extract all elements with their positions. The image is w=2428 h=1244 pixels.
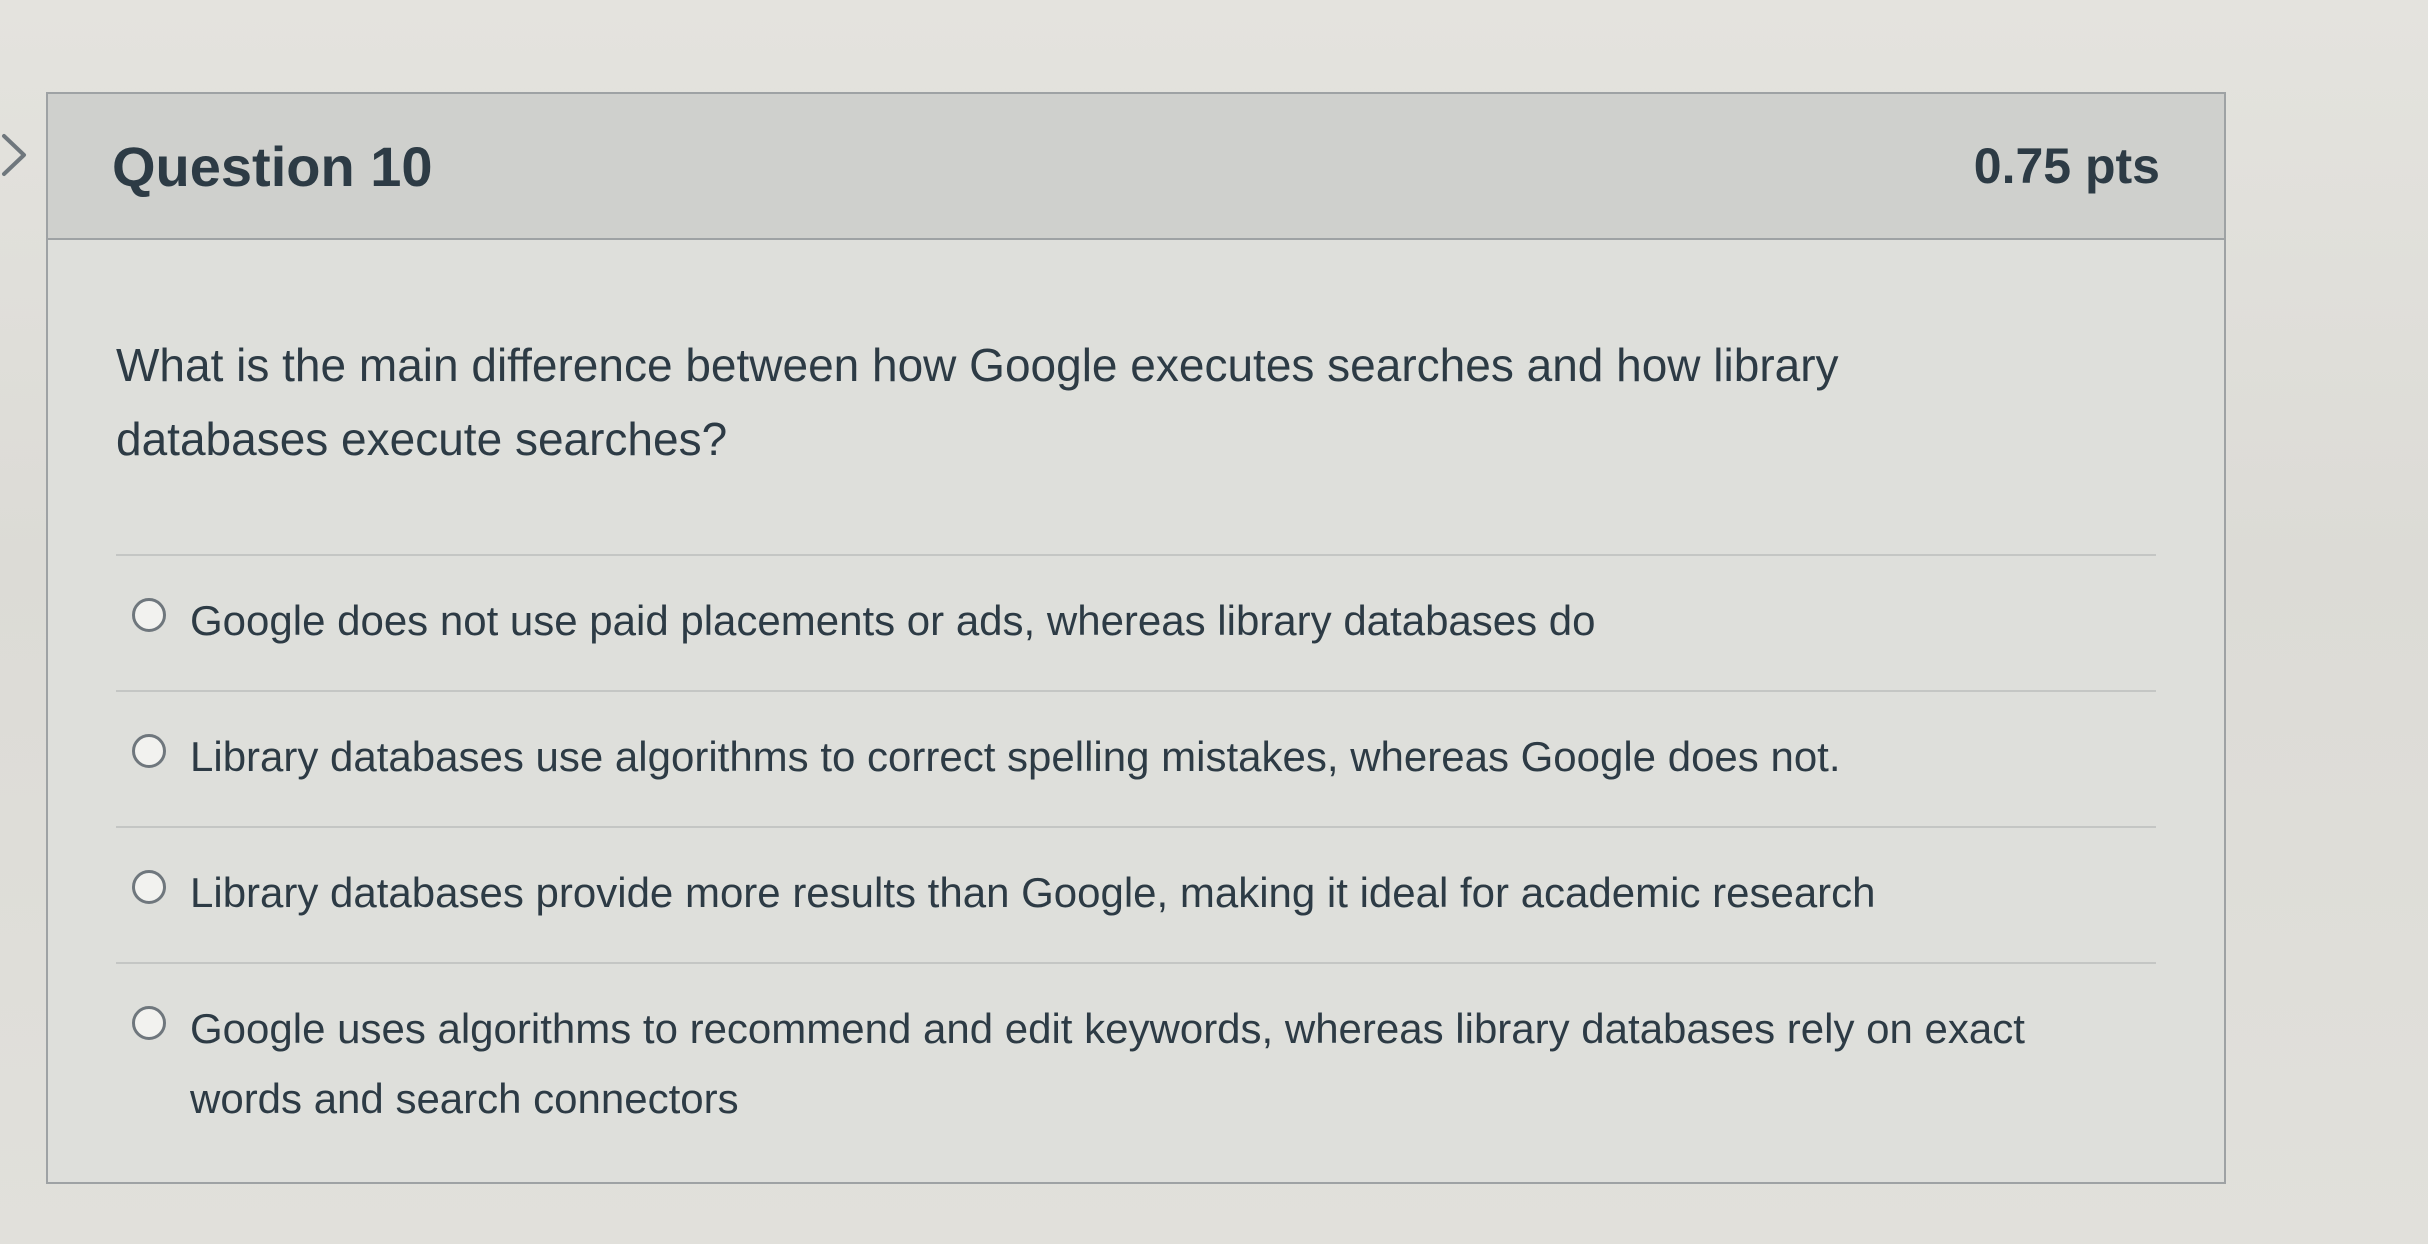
question-text: What is the main difference between how … [116,339,1839,465]
answer-list: Google does not use paid placements or a… [116,554,2156,1168]
answer-label[interactable]: Google does not use paid placements or a… [190,586,1596,656]
radio-unchecked-icon[interactable] [132,598,166,632]
quiz-page: Question 10 0.75 pts What is the main di… [0,0,2428,1244]
question-title: Question 10 [112,134,433,198]
radio-unchecked-icon[interactable] [132,1006,166,1040]
radio-unchecked-icon[interactable] [132,870,166,904]
answer-option[interactable]: Google uses algorithms to recommend and … [116,964,2156,1168]
answer-option[interactable]: Library databases provide more results t… [116,828,2156,964]
question-body: What is the main difference between how … [48,240,2224,1168]
answer-label[interactable]: Library databases provide more results t… [190,858,1876,928]
question-header: Question 10 0.75 pts [48,94,2224,240]
answer-label[interactable]: Library databases use algorithms to corr… [190,722,1841,792]
chevron-right-icon[interactable] [0,130,30,180]
answer-label[interactable]: Google uses algorithms to recommend and … [190,994,2090,1134]
answer-option[interactable]: Library databases use algorithms to corr… [116,692,2156,828]
question-card: Question 10 0.75 pts What is the main di… [46,92,2226,1184]
question-points: 0.75 pts [1973,138,2160,194]
answer-option[interactable]: Google does not use paid placements or a… [116,556,2156,692]
radio-unchecked-icon[interactable] [132,734,166,768]
